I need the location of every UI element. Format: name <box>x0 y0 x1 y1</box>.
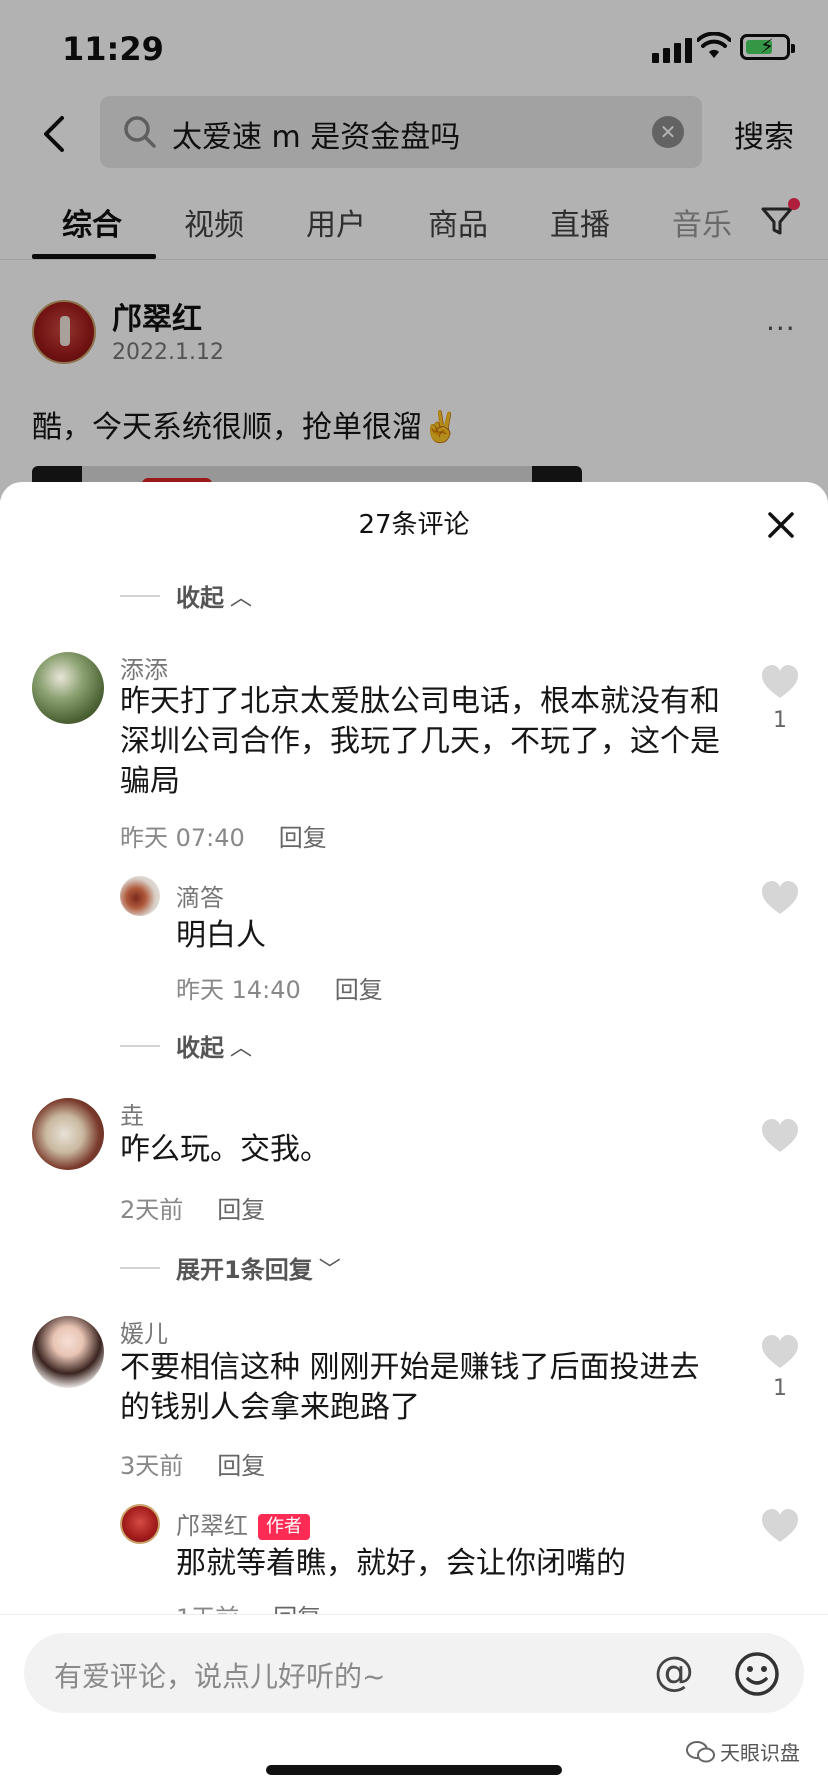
collapse-label: 收起 <box>176 584 224 612</box>
comment-text: 昨天打了北京太爱肽公司电话，根本就没有和 深圳公司合作，我玩了几天，不玩了，这个… <box>120 682 740 802</box>
comment-time: 2天前 <box>120 1196 184 1224</box>
comment-time: 昨天 07:40 <box>120 824 245 852</box>
comment-line: 的钱别人会拿来跑路了 <box>120 1390 420 1425</box>
comment-line: 那就等着瞧，就好，会让你闭嘴的 <box>176 1546 626 1581</box>
replier-name[interactable]: 邝翠红 作者 <box>176 1506 310 1541</box>
comment-meta: 3天前 回复 <box>120 1446 265 1481</box>
reply-text: 明白人 <box>176 916 796 956</box>
comment-placeholder: 有爱评论，说点儿好听的~ <box>54 1660 386 1693</box>
commenter-name[interactable]: 媛儿 <box>120 1314 168 1349</box>
collapse-label: 收起 <box>176 1034 224 1062</box>
comment-line: 咋么玩。交我。 <box>120 1132 330 1167</box>
comment-text: 不要相信这种 刚刚开始是赚钱了后面投进去 的钱别人会拿来跑路了 <box>120 1348 740 1428</box>
reply-avatar[interactable] <box>120 876 160 916</box>
chevron-up-icon: ︿ <box>230 585 253 611</box>
heart-icon[interactable] <box>760 1118 800 1154</box>
comment-line: 骗局 <box>120 764 180 799</box>
comment-time: 昨天 14:40 <box>176 976 301 1004</box>
commenter-name[interactable]: 添添 <box>120 650 168 685</box>
heart-icon[interactable] <box>760 1508 800 1544</box>
comments-sheet: 27条评论 收起 ︿ 添添 昨天打了北京太爱肽公司电话，根本就没有和 深圳公司合作… <box>0 482 828 1792</box>
comment-meta: 2天前 回复 <box>120 1190 265 1225</box>
commenter-avatar[interactable] <box>32 652 104 724</box>
replier-name-text: 邝翠红 <box>176 1512 248 1540</box>
heart-icon[interactable] <box>760 1334 800 1370</box>
comment-line: 不要相信这种 刚刚开始是赚钱了后面投进去 <box>120 1350 700 1385</box>
chevron-down-icon: ﹀ <box>318 1257 341 1283</box>
comment-time: 1天前 <box>176 1604 239 1614</box>
expand-label: 展开1条回复 <box>176 1256 313 1284</box>
reply-meta: 1天前 回复 <box>176 1598 321 1614</box>
reply-button[interactable]: 回复 <box>217 1196 265 1224</box>
watermark-text: 天眼识盘 <box>720 1741 800 1765</box>
reply-button[interactable]: 回复 <box>217 1452 265 1480</box>
collapse-replies-button[interactable]: 收起 ︿ <box>120 1028 252 1063</box>
comment-line: 明白人 <box>176 918 266 953</box>
close-icon[interactable] <box>764 508 798 542</box>
reply-text: 那就等着瞧，就好，会让你闭嘴的 <box>176 1544 796 1584</box>
comment-time: 3天前 <box>120 1452 184 1480</box>
like-count: 1 <box>773 1376 787 1401</box>
comment-meta: 昨天 07:40 回复 <box>120 818 327 853</box>
reply-button[interactable]: 回复 <box>279 824 327 852</box>
heart-icon[interactable] <box>760 880 800 916</box>
comment-line: 深圳公司合作，我玩了几天，不玩了，这个是 <box>120 724 720 759</box>
wechat-icon <box>686 1740 715 1762</box>
comment-input-bar: 有爱评论，说点儿好听的~ @ 天眼识盘 <box>0 1614 828 1792</box>
emoji-icon[interactable] <box>734 1651 780 1697</box>
comment-text: 咋么玩。交我。 <box>120 1130 740 1170</box>
comment-line: 昨天打了北京太爱肽公司电话，根本就没有和 <box>120 684 720 719</box>
replier-name[interactable]: 滴答 <box>176 878 224 913</box>
reply-meta: 昨天 14:40 回复 <box>176 970 383 1005</box>
home-indicator[interactable] <box>266 1765 562 1775</box>
collapse-replies-button[interactable]: 收起 ︿ <box>120 578 252 613</box>
reply-button[interactable]: 回复 <box>335 976 383 1004</box>
watermark: 天眼识盘 <box>686 1737 800 1766</box>
comments-count-title: 27条评论 <box>358 510 470 540</box>
reply-button[interactable]: 回复 <box>273 1604 321 1614</box>
chevron-up-icon: ︿ <box>230 1035 253 1061</box>
comment-input[interactable]: 有爱评论，说点儿好听的~ @ <box>24 1633 804 1713</box>
commenter-avatar[interactable] <box>32 1316 104 1388</box>
commenter-avatar[interactable] <box>32 1098 104 1170</box>
expand-replies-button[interactable]: 展开1条回复 ﹀ <box>120 1250 341 1285</box>
commenter-name[interactable]: 垚 <box>120 1096 144 1131</box>
author-badge: 作者 <box>258 1514 310 1540</box>
heart-icon[interactable] <box>760 664 800 700</box>
mention-icon[interactable]: @ <box>654 1649 694 1695</box>
like-count: 1 <box>773 708 787 733</box>
author-avatar[interactable] <box>120 1504 160 1544</box>
modal-backdrop[interactable] <box>0 0 828 500</box>
